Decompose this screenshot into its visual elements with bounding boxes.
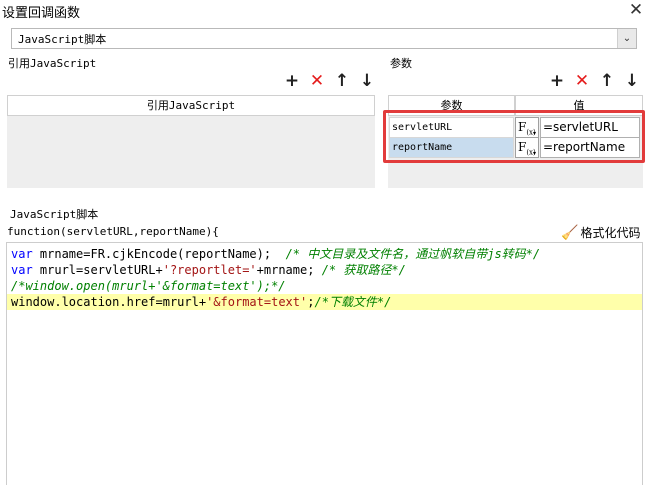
delete-param-icon[interactable]: ✕ bbox=[574, 72, 590, 90]
delete-js-icon[interactable]: ✕ bbox=[309, 72, 325, 90]
referenced-js-label: 引用JavaScript bbox=[8, 57, 97, 70]
code-token: mrurl=servletURL+ bbox=[32, 263, 163, 277]
code-line[interactable]: window.location.href=mrurl+'&format=text… bbox=[7, 294, 642, 310]
move-up-param-icon[interactable]: ↑ bbox=[599, 72, 615, 90]
code-token: /* 中文目录及文件名，通过帆软自带js转码*/ bbox=[285, 247, 541, 261]
chevron-down-icon[interactable]: ⌄ bbox=[617, 29, 636, 48]
params-label: 参数 bbox=[390, 57, 412, 70]
script-label: JavaScript脚本 bbox=[10, 208, 99, 221]
code-editor[interactable]: var mrname=FR.cjkEncode(reportName); /* … bbox=[6, 242, 643, 485]
code-token: /*下载文件*/ bbox=[314, 295, 392, 309]
code-token: mrname=FR.cjkEncode(reportName); bbox=[32, 247, 286, 261]
move-up-js-icon[interactable]: ↑ bbox=[334, 72, 350, 90]
code-token: +mrname; bbox=[256, 263, 322, 277]
move-down-param-icon[interactable]: ↓ bbox=[624, 72, 640, 90]
annotation-highlight-box bbox=[383, 110, 645, 163]
callback-type-value: JavaScript脚本 bbox=[18, 33, 107, 46]
function-signature: function(servletURL,reportName){ bbox=[7, 225, 219, 238]
code-token: var bbox=[11, 263, 33, 277]
code-line[interactable]: var mrname=FR.cjkEncode(reportName); /* … bbox=[7, 246, 642, 262]
code-token: /*window.open(mrurl+'&format=text');*/ bbox=[11, 279, 286, 293]
code-token: var bbox=[11, 247, 33, 261]
code-token: /* 获取路径*/ bbox=[321, 263, 406, 277]
code-line[interactable]: var mrurl=servletURL+'?reportlet='+mrnam… bbox=[7, 262, 642, 278]
format-code-button[interactable]: 🧹 格式化代码 bbox=[561, 224, 640, 241]
move-down-js-icon[interactable]: ↓ bbox=[359, 72, 375, 90]
code-line[interactable]: /*window.open(mrurl+'&format=text');*/ bbox=[7, 278, 642, 294]
callback-type-select[interactable]: JavaScript脚本 ⌄ bbox=[11, 28, 637, 49]
code-token: '?reportlet=' bbox=[162, 263, 257, 277]
add-param-icon[interactable]: + bbox=[549, 72, 565, 90]
format-code-label: 格式化代码 bbox=[580, 226, 641, 240]
close-icon[interactable]: ✕ bbox=[627, 0, 645, 20]
referenced-js-table[interactable]: 引用JavaScript bbox=[7, 95, 375, 188]
code-token: window.location.href=mrurl+ bbox=[11, 295, 207, 309]
add-js-icon[interactable]: + bbox=[284, 72, 300, 90]
referenced-js-column-header: 引用JavaScript bbox=[7, 95, 375, 116]
dialog-title: 设置回调函数 bbox=[2, 6, 81, 21]
code-token: '&format=text' bbox=[206, 295, 308, 309]
broom-icon: 🧹 bbox=[561, 225, 579, 241]
